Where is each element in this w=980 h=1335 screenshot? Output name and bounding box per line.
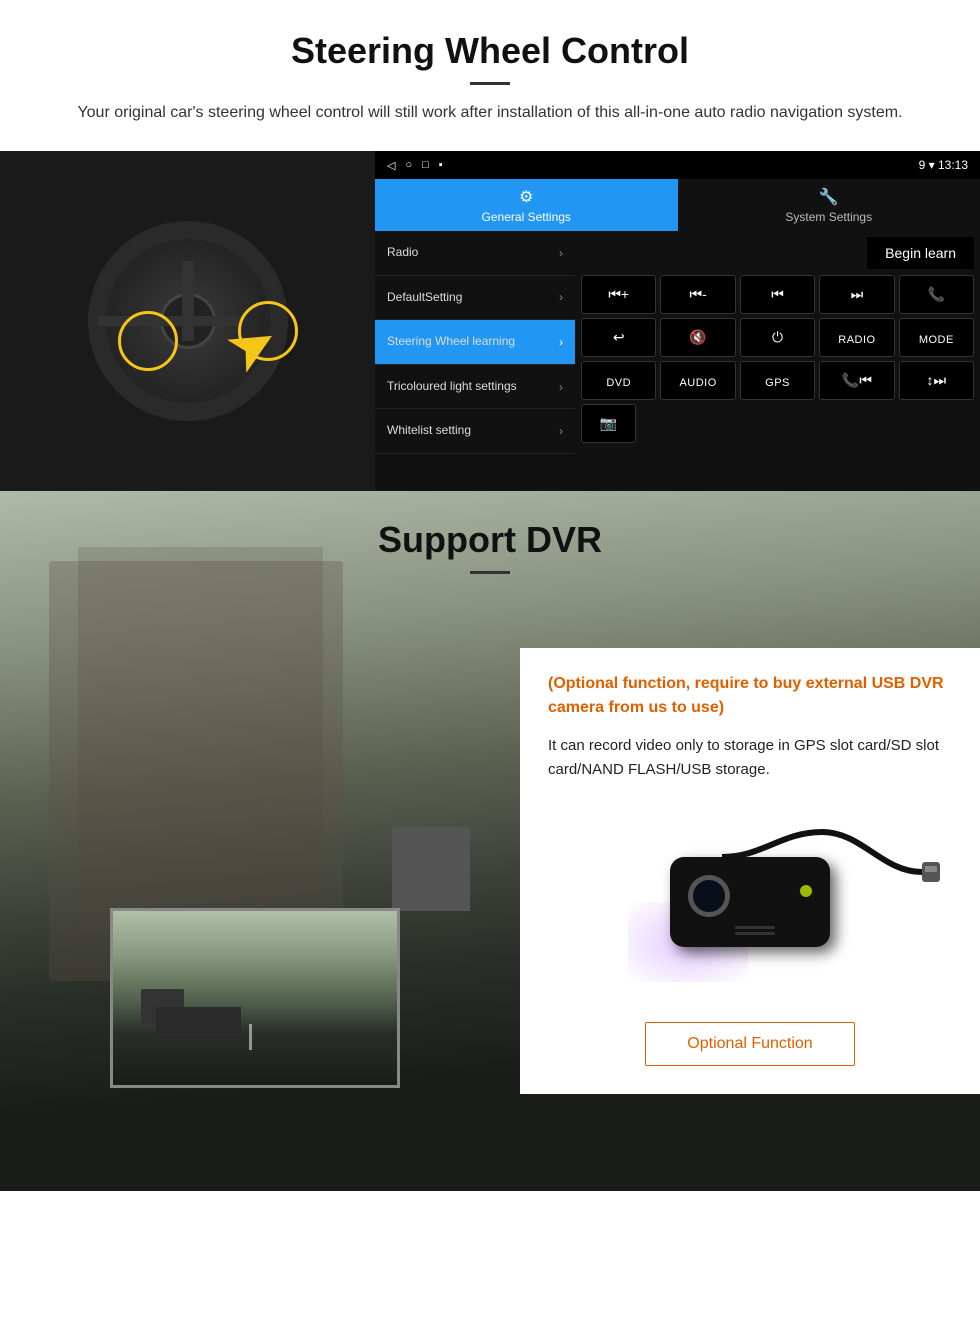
- menu-item-tricoloured[interactable]: Tricoloured light settings ›: [375, 365, 575, 410]
- back-icon: ◁: [387, 159, 395, 172]
- audio-label: AUDIO: [679, 377, 716, 389]
- menu-list: Radio › DefaultSetting › Steering Wheel …: [375, 231, 575, 491]
- menu-tricoloured-chevron: ›: [559, 380, 563, 394]
- vol-up-icon: ⏮+: [608, 286, 629, 302]
- section1-description: Your original car's steering wheel contr…: [60, 101, 920, 125]
- power-button[interactable]: ⏻: [740, 318, 815, 357]
- dvr-optional-notice: (Optional function, require to buy exter…: [548, 672, 952, 720]
- begin-learn-row: Begin learn: [581, 237, 974, 269]
- phone-icon: 📞: [928, 286, 945, 302]
- clock: 13:13: [938, 158, 968, 172]
- vol-down-icon: ⏮-: [689, 286, 706, 302]
- dvd-button[interactable]: DVD: [581, 361, 656, 400]
- statusbar-left-icons: ◁ ○ □ ▪: [387, 159, 443, 172]
- swap-next-button[interactable]: ↕⏭: [899, 361, 974, 400]
- gps-label: GPS: [765, 377, 790, 389]
- phone-prev-icon: 📞⏮: [842, 372, 872, 388]
- home-icon: ○: [405, 159, 412, 171]
- radio-mode-button[interactable]: RADIO: [819, 318, 894, 357]
- mute-icon: 🔇: [689, 329, 706, 345]
- tab-system-settings[interactable]: 🔧 System Settings: [678, 179, 980, 231]
- dvr-description: It can record video only to storage in G…: [548, 734, 952, 782]
- android-tabs[interactable]: ⚙ General Settings 🔧 System Settings: [375, 179, 980, 231]
- gps-button[interactable]: GPS: [740, 361, 815, 400]
- menu-default-chevron: ›: [559, 290, 563, 304]
- android-statusbar: ◁ ○ □ ▪ 9 ▾ 13:13: [375, 151, 980, 179]
- power-icon: ⏻: [772, 329, 783, 345]
- camera-button[interactable]: 📷: [581, 404, 636, 443]
- title-divider: [470, 82, 510, 85]
- dvr-left: [0, 588, 520, 1178]
- menu-radio-label: Radio: [387, 245, 418, 261]
- mode-label: MODE: [919, 334, 954, 346]
- dvr-divider: [470, 571, 510, 574]
- dvd-label: DVD: [606, 377, 631, 389]
- dvr-title: Support DVR: [0, 519, 980, 561]
- controls-panel: Begin learn ⏮+ ⏮- ⏮ ⏭: [575, 231, 980, 491]
- menu-steering-label: Steering Wheel learning: [387, 334, 515, 350]
- spoke-v: [182, 261, 194, 341]
- swap-next-icon: ↕⏭: [927, 372, 947, 388]
- page-title: Steering Wheel Control: [40, 30, 940, 72]
- phone-button[interactable]: 📞: [899, 275, 974, 314]
- dvr-info-card: (Optional function, require to buy exter…: [520, 648, 980, 1094]
- hang-up-button[interactable]: ↩: [581, 318, 656, 357]
- control-row-3: DVD AUDIO GPS 📞⏮ ↕⏭: [581, 361, 974, 400]
- steering-wheel-area: ➤ ◁ ○ □ ▪ 9 ▾ 13:13 ⚙ General Settings: [0, 151, 980, 491]
- highlight-circle-left: [118, 311, 178, 371]
- next-track-icon: ⏭: [851, 286, 864, 302]
- menu-item-whitelist[interactable]: Whitelist setting ›: [375, 409, 575, 454]
- prev-track-button[interactable]: ⏮: [740, 275, 815, 314]
- menu-default-label: DefaultSetting: [387, 290, 462, 306]
- phone-prev-button[interactable]: 📞⏮: [819, 361, 894, 400]
- control-row-4: 📷: [581, 404, 974, 443]
- menu-steering-chevron: ›: [559, 335, 563, 349]
- statusbar-right-area: 9 ▾ 13:13: [919, 158, 968, 172]
- menu-item-default-setting[interactable]: DefaultSetting ›: [375, 276, 575, 321]
- control-row-2: ↩ 🔇 ⏻ RADIO MODE: [581, 318, 974, 357]
- menu-whitelist-label: Whitelist setting: [387, 423, 471, 439]
- usb-cable: [722, 812, 942, 932]
- tab-system-label: System Settings: [785, 210, 872, 224]
- optional-function-button[interactable]: Optional Function: [645, 1022, 855, 1066]
- tab-general-label: General Settings: [482, 210, 571, 224]
- menu-whitelist-chevron: ›: [559, 424, 563, 438]
- recents-icon: □: [422, 159, 429, 171]
- mute-button[interactable]: 🔇: [660, 318, 735, 357]
- general-settings-icon: ⚙: [519, 187, 533, 207]
- next-track-button[interactable]: ⏭: [819, 275, 894, 314]
- dvr-thumbnail: [110, 908, 400, 1088]
- steering-wheel-image: ➤: [0, 151, 375, 491]
- dvr-section-header: Support DVR: [0, 491, 980, 588]
- android-panel: ◁ ○ □ ▪ 9 ▾ 13:13 ⚙ General Settings 🔧 S…: [375, 151, 980, 491]
- dvr-section: Support DVR (Optional function, require …: [0, 491, 980, 1191]
- system-settings-icon: 🔧: [819, 187, 839, 207]
- prev-track-icon: ⏮: [771, 286, 784, 302]
- dvr-camera-illustration: [548, 802, 952, 1002]
- dvr-content-area: (Optional function, require to buy exter…: [0, 588, 980, 1178]
- menu-item-steering-wheel[interactable]: Steering Wheel learning ›: [375, 320, 575, 365]
- vol-down-button[interactable]: ⏮-: [660, 275, 735, 314]
- android-body: Radio › DefaultSetting › Steering Wheel …: [375, 231, 980, 491]
- media-icon: ▪: [439, 159, 443, 171]
- tab-general-settings[interactable]: ⚙ General Settings: [375, 179, 678, 231]
- vol-up-button[interactable]: ⏮+: [581, 275, 656, 314]
- camera-icon: 📷: [600, 415, 617, 431]
- control-row-1: ⏮+ ⏮- ⏮ ⏭ 📞: [581, 275, 974, 314]
- audio-button[interactable]: AUDIO: [660, 361, 735, 400]
- menu-tricoloured-label: Tricoloured light settings: [387, 379, 517, 395]
- hang-up-icon: ↩: [613, 329, 625, 345]
- signal-icon: 9 ▾: [919, 158, 938, 172]
- menu-radio-chevron: ›: [559, 246, 563, 260]
- mode-button[interactable]: MODE: [899, 318, 974, 357]
- section1-header: Steering Wheel Control Your original car…: [0, 0, 980, 135]
- menu-item-radio[interactable]: Radio ›: [375, 231, 575, 276]
- radio-label: RADIO: [838, 334, 875, 346]
- begin-learn-button[interactable]: Begin learn: [867, 237, 974, 269]
